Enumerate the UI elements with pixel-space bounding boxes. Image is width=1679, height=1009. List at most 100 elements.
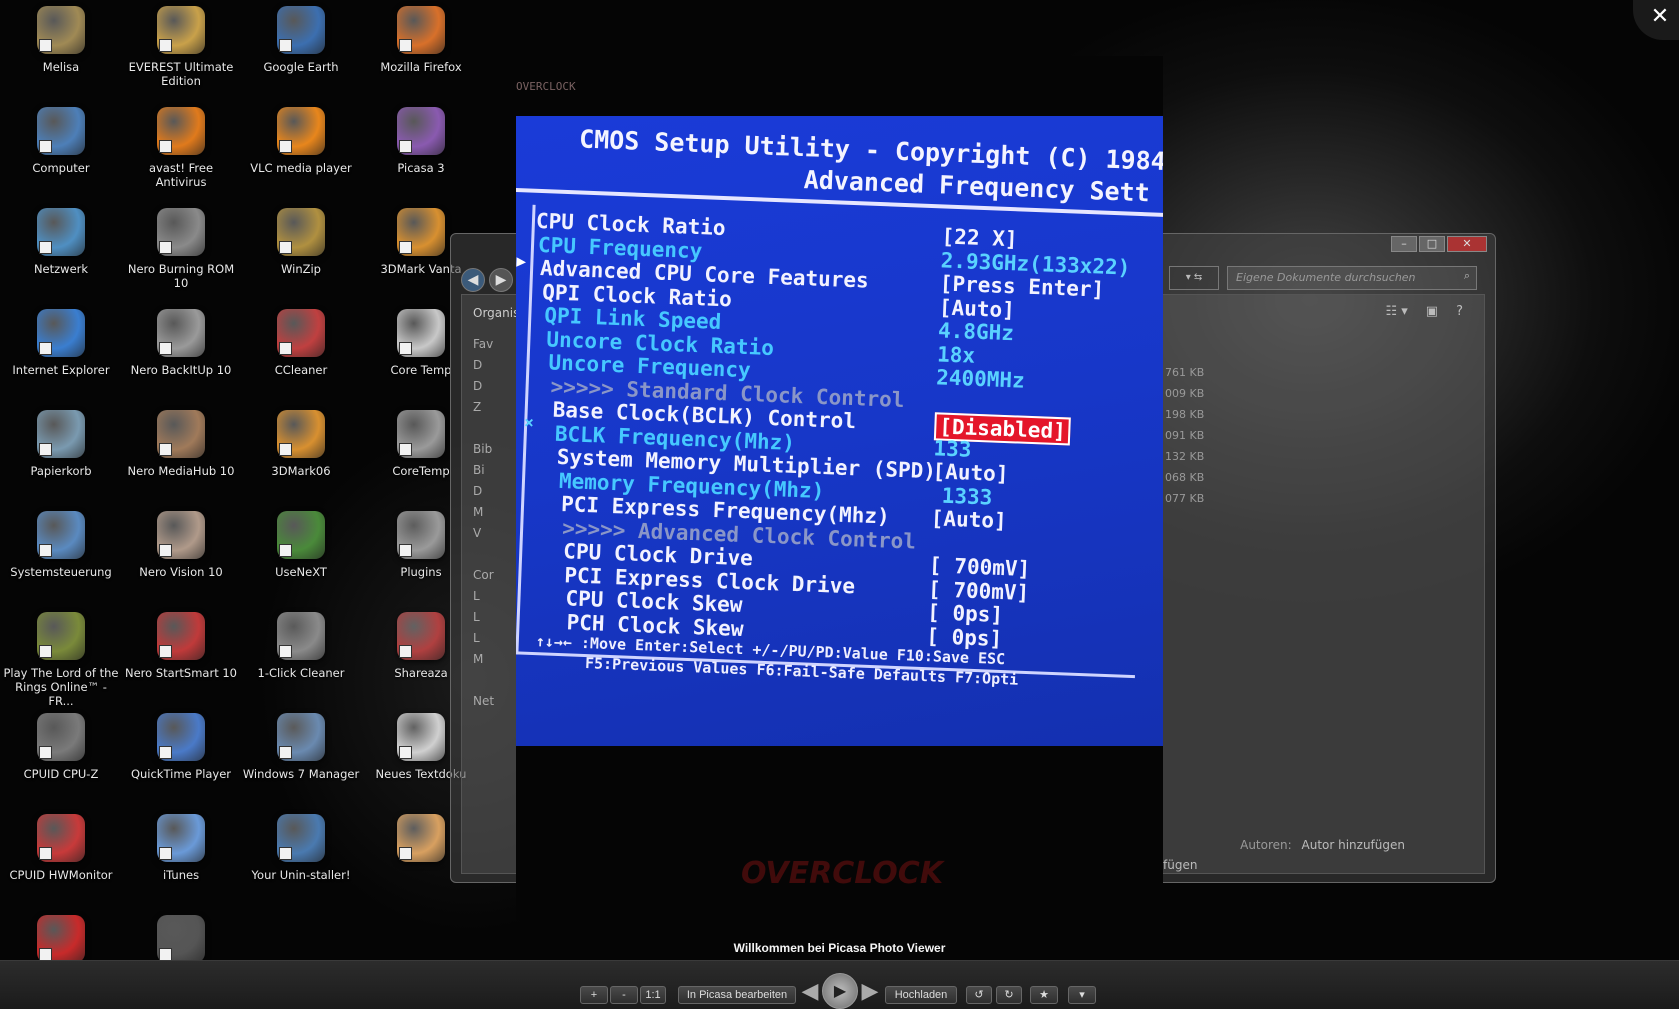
desktop-icon[interactable]: Nero StartSmart 10: [122, 612, 240, 680]
desktop-icon-label: Melisa: [42, 60, 80, 74]
tree-item[interactable]: V: [473, 523, 494, 544]
app-icon: [37, 309, 85, 357]
photo-caption: Willkommen bei Picasa Photo Viewer: [733, 941, 946, 955]
tree-item[interactable]: [473, 670, 494, 691]
viewed-photo: OVERCLOCK CMOS Setup Utility - Copyright…: [516, 56, 1163, 920]
tree-item[interactable]: Bib: [473, 439, 494, 460]
tree-item[interactable]: M: [473, 502, 494, 523]
desktop-icon[interactable]: QuickTime Player: [122, 713, 240, 781]
desktop-icon[interactable]: Nero Burning ROM 10: [122, 208, 240, 290]
desktop-icon[interactable]: 1-Click Cleaner: [242, 612, 360, 680]
preview-pane-icon[interactable]: ▣: [1426, 304, 1438, 319]
desktop-icon-label: Nero StartSmart 10: [124, 666, 237, 680]
tree-item[interactable]: Bi: [473, 460, 494, 481]
desktop-icon-label: Picasa 3: [397, 161, 445, 175]
app-icon: [37, 511, 85, 559]
play-slideshow-button[interactable]: ▶: [822, 973, 858, 1009]
desktop-icon[interactable]: CCleaner: [242, 309, 360, 377]
star-icon[interactable]: ★: [1030, 986, 1058, 1004]
tree-item[interactable]: L: [473, 586, 494, 607]
desktop-icon[interactable]: EVEREST Ultimate Edition: [122, 6, 240, 88]
desktop-icon[interactable]: avast! Free Antivirus: [122, 107, 240, 189]
app-icon: [157, 208, 205, 256]
desktop-icon-label: Computer: [32, 161, 90, 175]
app-icon: [157, 713, 205, 761]
desktop-icon[interactable]: Papierkorb: [2, 410, 120, 478]
desktop-icon[interactable]: Mozilla Firefox: [362, 6, 480, 74]
tree-item[interactable]: L: [473, 607, 494, 628]
file-size-column: 761 KB 009 KB 198 KB 091 KB 132 KB 068 KB 077 …: [1165, 362, 1204, 509]
disabled-mark-icon: ×: [523, 412, 535, 432]
desktop-icon[interactable]: Picasa 3: [362, 107, 480, 175]
tree-item[interactable]: Z: [473, 397, 494, 418]
rotate-left-icon[interactable]: ↺: [966, 986, 992, 1004]
desktop-icon[interactable]: CPUID HWMonitor: [2, 814, 120, 882]
previous-arrow-icon[interactable]: ◀: [796, 981, 824, 1005]
desktop-icon-label: Internet Explorer: [12, 363, 110, 377]
desktop-icon[interactable]: iTunes: [122, 814, 240, 882]
desktop-icon[interactable]: UseNeXT: [242, 511, 360, 579]
tree-item[interactable]: [473, 418, 494, 439]
desktop-icon[interactable]: Nero Vision 10: [122, 511, 240, 579]
close-icon[interactable]: ✕: [1447, 236, 1487, 252]
desktop-icon[interactable]: Nero MediaHub 10: [122, 410, 240, 478]
desktop-icon[interactable]: WinZip: [242, 208, 360, 276]
app-icon: [277, 107, 325, 155]
desktop-icon[interactable]: Computer: [2, 107, 120, 175]
minimize-icon[interactable]: –: [1391, 236, 1417, 252]
tree-item[interactable]: D: [473, 376, 494, 397]
desktop-icon[interactable]: Your Unin-staller!: [242, 814, 360, 882]
desktop-icon[interactable]: VLC media player: [242, 107, 360, 175]
organize-button[interactable]: Organis: [473, 306, 519, 320]
bios-content: CMOS Setup Utility - Copyright (C) 1984-…: [516, 116, 1163, 770]
desktop-icon[interactable]: CPUID CPU-Z: [2, 713, 120, 781]
zoom-in-button[interactable]: +: [580, 986, 608, 1004]
app-icon: [157, 511, 205, 559]
desktop-icon-label: Nero Burning ROM 10: [127, 262, 235, 290]
zoom-out-button[interactable]: -: [610, 986, 638, 1004]
app-icon: [397, 309, 445, 357]
app-icon: [277, 309, 325, 357]
submenu-arrow-icon: ▶: [516, 251, 527, 271]
desktop-icon[interactable]: Play The Lord of the Rings Online™ - FR.…: [2, 612, 120, 708]
tree-item[interactable]: Fav: [473, 334, 494, 355]
actual-size-button[interactable]: 1:1: [640, 986, 666, 1004]
tree-item[interactable]: M: [473, 649, 494, 670]
tree-item[interactable]: L: [473, 628, 494, 649]
tree-item[interactable]: D: [473, 481, 494, 502]
rotate-right-icon[interactable]: ↻: [996, 986, 1022, 1004]
view-options-icon[interactable]: ☷ ▾: [1385, 304, 1407, 319]
desktop-icon[interactable]: Internet Explorer: [2, 309, 120, 377]
desktop-icon[interactable]: Netzwerk: [2, 208, 120, 276]
next-arrow-icon[interactable]: ▶: [856, 981, 884, 1005]
desktop-icon[interactable]: Melisa: [2, 6, 120, 74]
authors-field: Autoren: Autor hinzufügen: [1240, 838, 1405, 852]
upload-button[interactable]: Hochladen: [885, 986, 957, 1004]
forward-arrow-icon[interactable]: ▶: [489, 268, 513, 292]
desktop-icon-label: QuickTime Player: [130, 767, 232, 781]
address-dropdown[interactable]: ▾ ⇆: [1169, 266, 1219, 290]
bios-screen: CMOS Setup Utility - Copyright (C) 1984-…: [516, 116, 1163, 746]
tree-item[interactable]: [473, 544, 494, 565]
tree-item[interactable]: D: [473, 355, 494, 376]
desktop-icon-label: UseNeXT: [275, 565, 327, 579]
more-options-icon[interactable]: ▾: [1068, 986, 1096, 1004]
desktop-icon[interactable]: Nero BackItUp 10: [122, 309, 240, 377]
desktop-icon-label: EVEREST Ultimate Edition: [128, 60, 234, 88]
maximize-icon[interactable]: □: [1419, 236, 1445, 252]
search-input[interactable]: Eigene Dokumente durchsuchen ⌕: [1227, 266, 1477, 290]
app-icon: [277, 511, 325, 559]
desktop-icon[interactable]: Windows 7 Manager: [242, 713, 360, 781]
desktop-icon-label: Nero MediaHub 10: [127, 464, 235, 478]
back-arrow-icon[interactable]: ◀: [461, 268, 485, 292]
desktop-icon[interactable]: Systemsteuerung: [2, 511, 120, 579]
help-icon[interactable]: ?: [1456, 304, 1463, 319]
app-icon: [277, 410, 325, 458]
desktop-icon[interactable]: 3DMark06: [242, 410, 360, 478]
app-icon: [157, 6, 205, 54]
edit-in-picasa-button[interactable]: In Picasa bearbeiten: [678, 986, 796, 1004]
tree-item[interactable]: Net: [473, 691, 494, 712]
app-icon: [277, 612, 325, 660]
desktop-icon[interactable]: Google Earth: [242, 6, 360, 74]
tree-item[interactable]: Cor: [473, 565, 494, 586]
